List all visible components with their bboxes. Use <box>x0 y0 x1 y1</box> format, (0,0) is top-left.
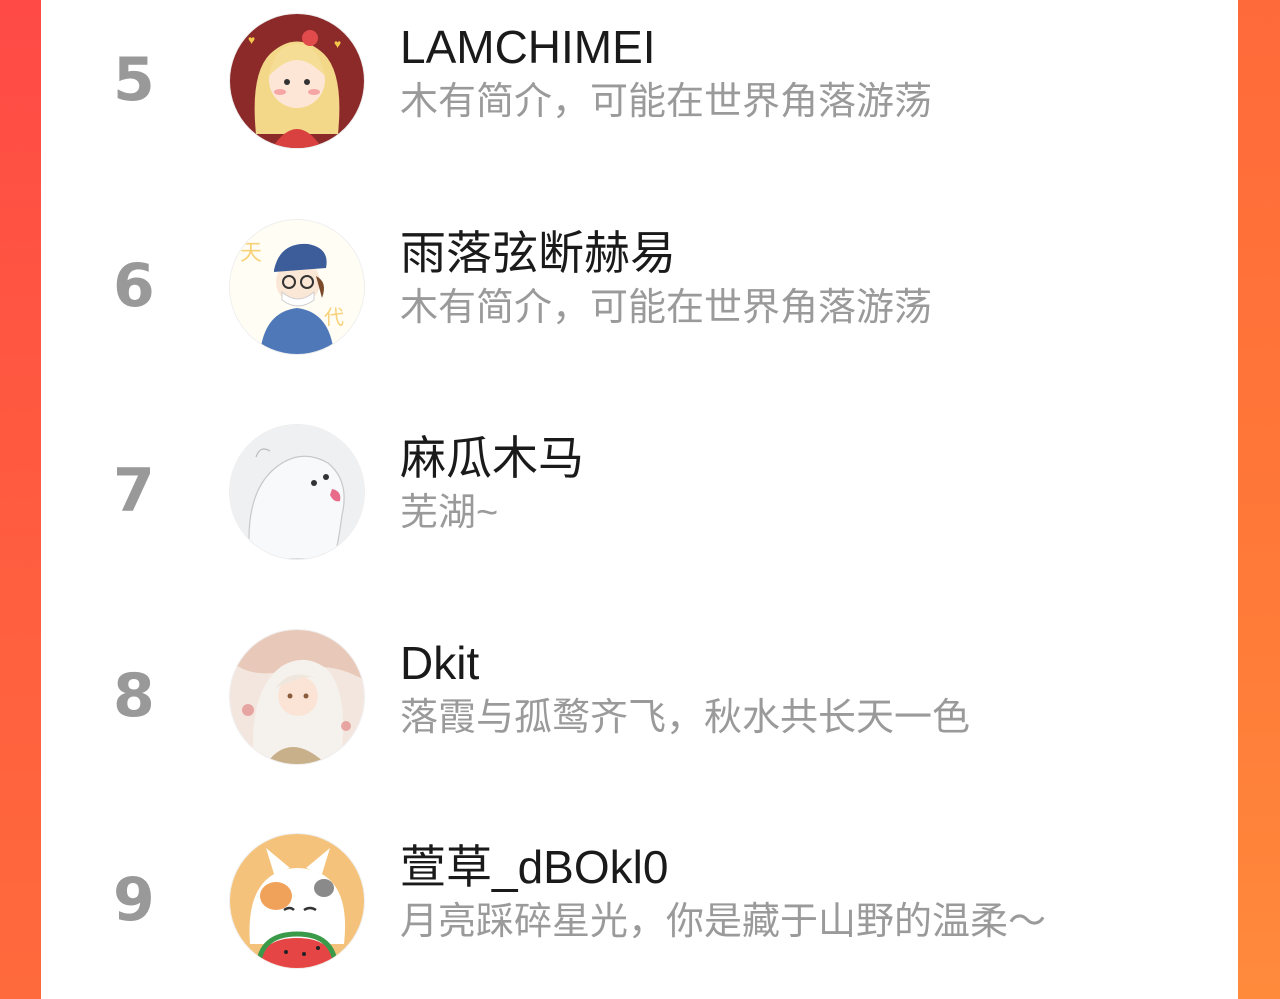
svg-text:♥: ♥ <box>334 37 341 51</box>
list-item[interactable]: 8 Dkit 落霞与孤鹜齐飞，秋水共长天一色 <box>41 616 1238 796</box>
list-item[interactable]: 9 萱草_dBOkl0 月亮踩碎星光，你是藏于山野的温柔～ <box>41 820 1238 999</box>
polar-bear-avatar-icon[interactable] <box>230 425 364 559</box>
user-bio: 芜湖~ <box>400 492 499 534</box>
svg-text:代: 代 <box>324 306 344 329</box>
ranking-list: 5 ♥ ♥ LAMCHIMEI 木有简介，可能在世界角落游荡 6 天 代 雨落弦… <box>41 0 1238 999</box>
boy-with-cap-avatar-icon[interactable]: 天 代 <box>230 220 364 354</box>
svg-text:♥: ♥ <box>248 33 255 47</box>
user-bio: 木有简介，可能在世界角落游荡 <box>400 81 933 123</box>
user-name[interactable]: LAMCHIMEI <box>400 20 656 74</box>
rank-number: 8 <box>113 661 155 731</box>
user-bio: 落霞与孤鹜齐飞，秋水共长天一色 <box>400 697 971 739</box>
svg-text:天: 天 <box>240 240 262 265</box>
rank-number: 5 <box>113 45 155 115</box>
list-item[interactable]: 5 ♥ ♥ LAMCHIMEI 木有简介，可能在世界角落游荡 <box>41 0 1238 180</box>
list-item[interactable]: 6 天 代 雨落弦断赫易 木有简介，可能在世界角落游荡 <box>41 206 1238 386</box>
user-bio: 月亮踩碎星光，你是藏于山野的温柔～ <box>400 901 1047 943</box>
cat-with-watermelon-avatar-icon[interactable] <box>230 834 364 968</box>
user-name[interactable]: 麻瓜木马 <box>400 431 584 485</box>
rank-number: 7 <box>113 456 155 526</box>
user-bio: 木有简介，可能在世界角落游荡 <box>400 287 933 329</box>
user-name[interactable]: 萱草_dBOkl0 <box>400 840 668 894</box>
rank-number: 9 <box>113 865 155 935</box>
user-name[interactable]: 雨落弦断赫易 <box>400 226 676 280</box>
user-name[interactable]: Dkit <box>400 636 479 690</box>
background-gradient-edge <box>1238 0 1280 999</box>
anime-character-avatar-icon[interactable] <box>230 630 364 764</box>
list-item[interactable]: 7 麻瓜木马 芜湖~ <box>41 411 1238 591</box>
girl-avatar-icon[interactable]: ♥ ♥ <box>230 14 364 148</box>
rank-number: 6 <box>113 251 155 321</box>
